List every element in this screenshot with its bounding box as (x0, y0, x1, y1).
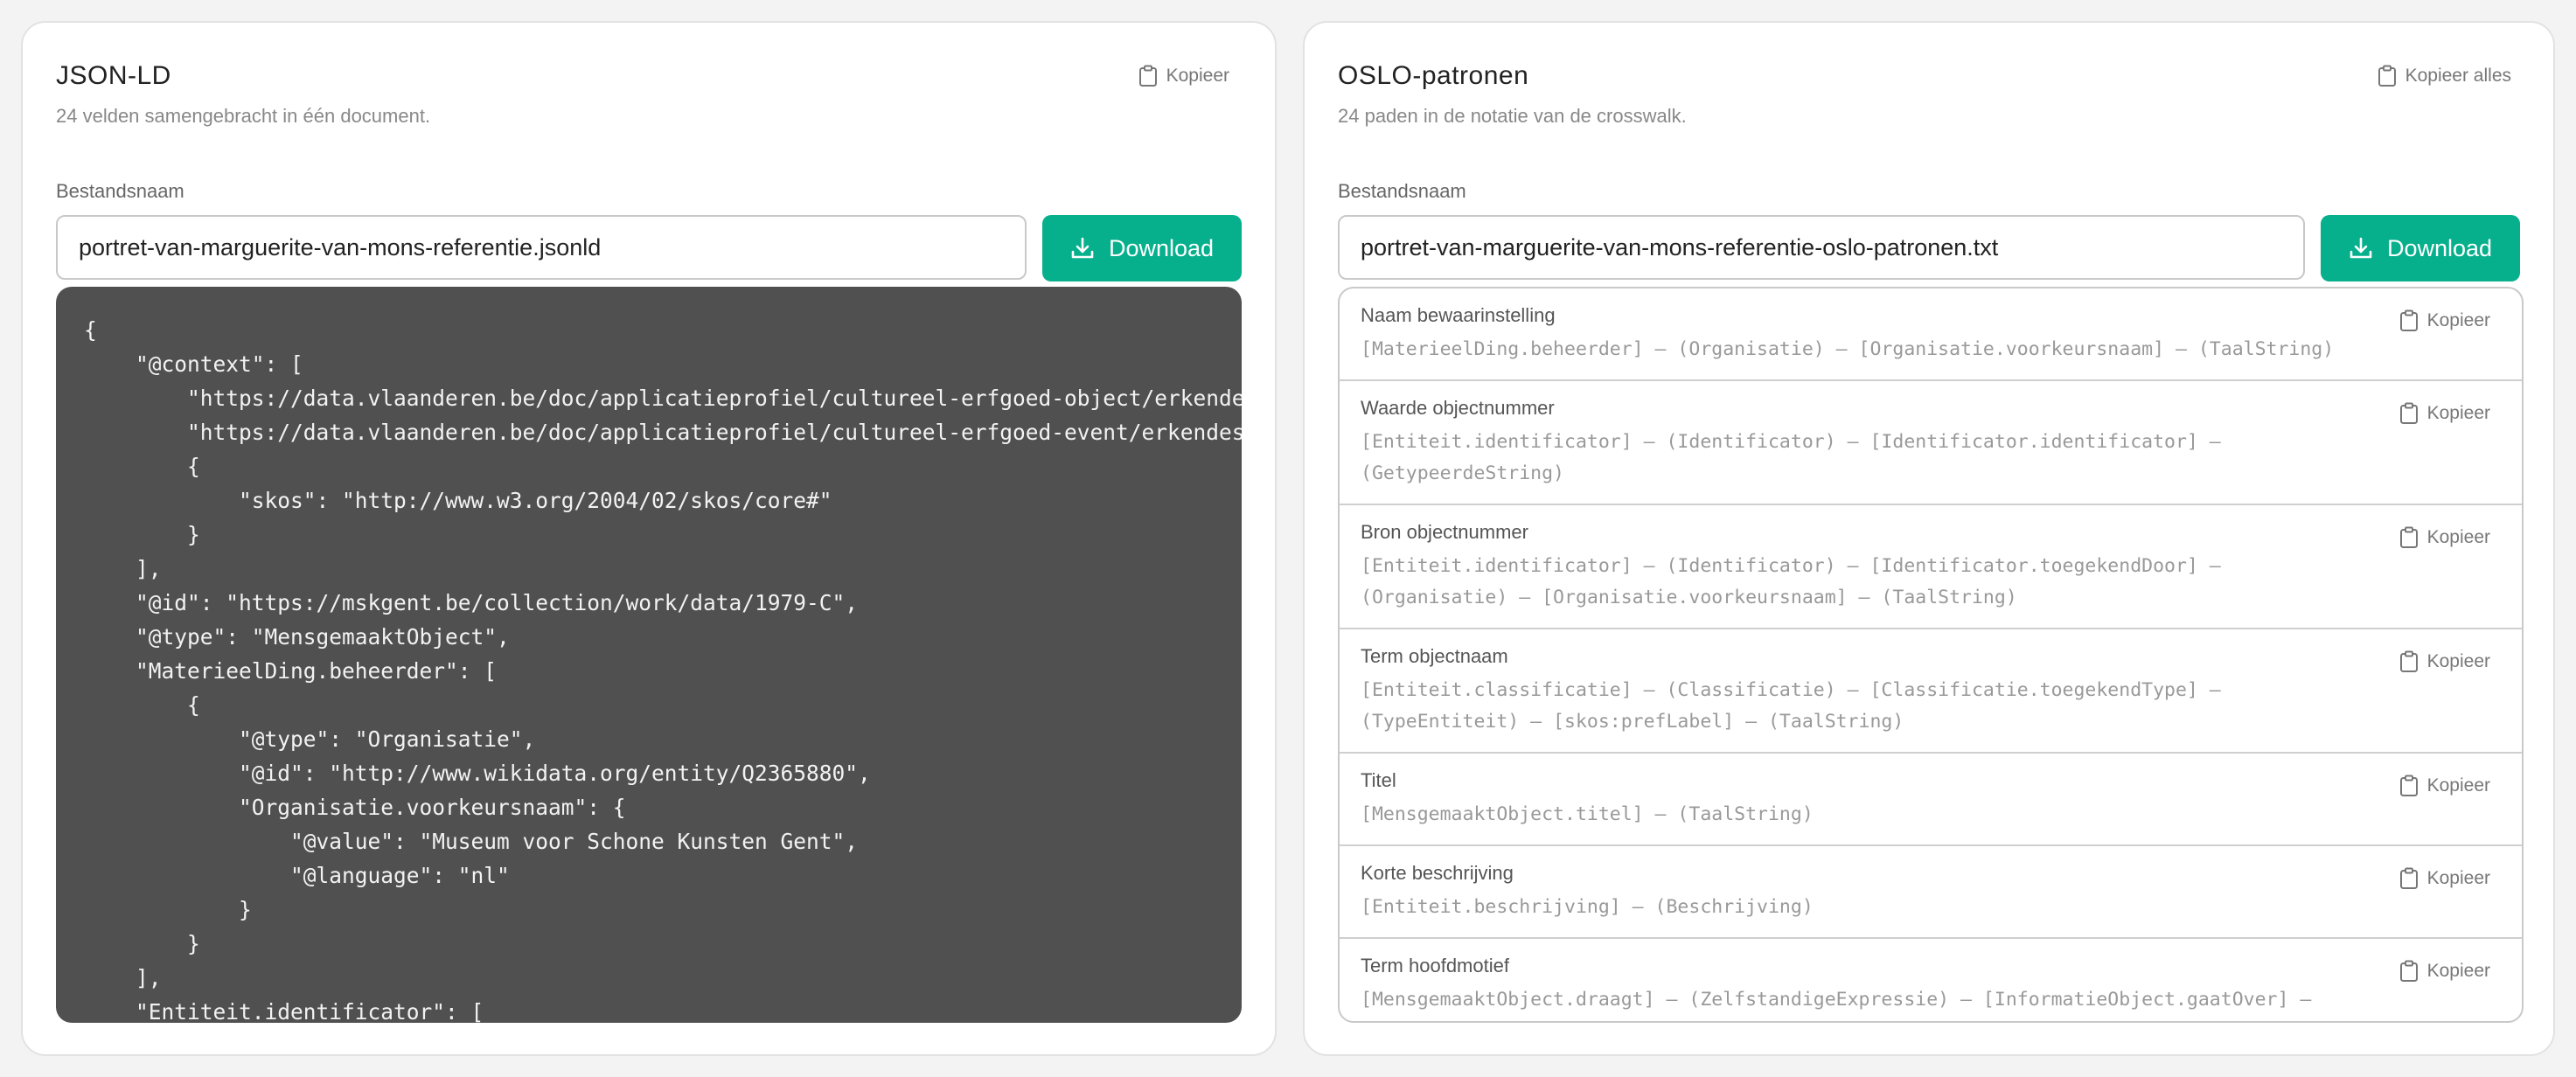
pattern-copy-label: Kopieer (2426, 775, 2490, 796)
jsonld-code: { "@context": [ "https://data.vlaanderen… (84, 317, 1242, 1023)
pattern-copy-button[interactable]: Kopieer (2399, 867, 2490, 890)
pattern-name: Naam bewaarinstelling (1361, 304, 1556, 326)
jsonld-panel: JSON-LD 24 velden samengebracht in één d… (21, 21, 1277, 1056)
pattern-copy-button[interactable]: Kopieer (2399, 960, 2490, 983)
clipboard-icon (2378, 65, 2396, 87)
pattern-path: [Entiteit.beschrijving] – (Beschrijving) (1361, 896, 1814, 918)
pattern-copy-button[interactable]: Kopieer (2399, 775, 2490, 797)
pattern-copy-button[interactable]: Kopieer (2399, 650, 2490, 673)
pattern-name: Bron objectnummer (1361, 521, 1528, 543)
pattern-path: [MensgemaaktObject.titel] – (TaalString) (1361, 803, 1814, 825)
pattern-copy-button[interactable]: Kopieer (2399, 309, 2490, 332)
page: JSON-LD 24 velden samengebracht in één d… (0, 0, 2576, 1077)
panel-title: OSLO-patronen (1338, 61, 1529, 90)
pattern-item: Naam bewaarinstelling [MaterieelDing.behe… (1340, 288, 2522, 381)
pattern-path: [Entiteit.identificator] – (Identificato… (1361, 555, 2221, 608)
pattern-copy-label: Kopieer (2426, 868, 2490, 888)
copy-all-button[interactable]: Kopieer alles (2378, 65, 2511, 87)
clipboard-icon (2399, 650, 2418, 672)
pattern-item: Term hoofdmotief [MensgemaaktObject.draag… (1340, 939, 2522, 1021)
pattern-item: Bron objectnummer [Entiteit.identificator… (1340, 505, 2522, 629)
pattern-name: Titel (1361, 769, 1396, 791)
download-button[interactable]: Download (1042, 215, 1242, 281)
pattern-path: [MensgemaaktObject.draagt] – (Zelfstandi… (1361, 989, 2312, 1021)
filename-input[interactable] (56, 215, 1027, 280)
pattern-name: Term hoofdmotief (1361, 955, 1509, 976)
pattern-item: Waarde objectnummer [Entiteit.identificat… (1340, 381, 2522, 505)
copy-all-label: Kopieer alles (2405, 66, 2511, 86)
pattern-name: Term objectnaam (1361, 645, 1508, 667)
download-button[interactable]: Download (2321, 215, 2520, 281)
filename-label: Bestandsnaam (56, 180, 184, 202)
oslo-patterns-panel: OSLO-patronen 24 paden in de notatie van… (1303, 21, 2555, 1056)
clipboard-icon (1138, 65, 1157, 87)
clipboard-icon (2399, 775, 2418, 796)
pattern-item: Titel [MensgemaaktObject.titel] – (TaalSt… (1340, 754, 2522, 846)
clipboard-icon (2399, 960, 2418, 982)
copy-label: Kopieer (1166, 66, 1229, 86)
copy-button[interactable]: Kopieer (1138, 65, 1229, 87)
pattern-copy-label: Kopieer (2426, 403, 2490, 423)
panel-subtitle: 24 paden in de notatie van de crosswalk. (1338, 105, 1687, 127)
pattern-copy-label: Kopieer (2426, 527, 2490, 547)
pattern-item: Korte beschrijving [Entiteit.beschrijving… (1340, 846, 2522, 939)
pattern-path: [Entiteit.classificatie] – (Classificati… (1361, 679, 2221, 733)
pattern-name: Waarde objectnummer (1361, 397, 1555, 419)
download-label: Download (1108, 234, 1215, 261)
clipboard-icon (2399, 526, 2418, 548)
pattern-copy-label: Kopieer (2426, 310, 2490, 330)
panel-subtitle: 24 velden samengebracht in één document. (56, 105, 431, 127)
clipboard-icon (2399, 402, 2418, 424)
panel-title: JSON-LD (56, 61, 171, 90)
pattern-copy-label: Kopieer (2426, 651, 2490, 671)
filename-input[interactable] (1338, 215, 2305, 280)
download-label: Download (2386, 234, 2493, 261)
pattern-path: [Entiteit.identificator] – (Identificato… (1361, 431, 2221, 484)
pattern-copy-button[interactable]: Kopieer (2399, 402, 2490, 425)
pattern-path: [MaterieelDing.beheerder] – (Organisatie… (1361, 338, 2335, 360)
download-icon (1071, 237, 1094, 259)
pattern-copy-label: Kopieer (2426, 961, 2490, 981)
pattern-item: Term objectnaam [Entiteit.classificatie] … (1340, 629, 2522, 754)
jsonld-code-block[interactable]: { "@context": [ "https://data.vlaanderen… (56, 287, 1242, 1023)
clipboard-icon (2399, 867, 2418, 889)
download-icon (2350, 237, 2372, 259)
pattern-name: Korte beschrijving (1361, 862, 1514, 884)
pattern-copy-button[interactable]: Kopieer (2399, 526, 2490, 549)
pattern-list[interactable]: Naam bewaarinstelling [MaterieelDing.behe… (1338, 287, 2524, 1023)
clipboard-icon (2399, 309, 2418, 331)
filename-label: Bestandsnaam (1338, 180, 1466, 202)
